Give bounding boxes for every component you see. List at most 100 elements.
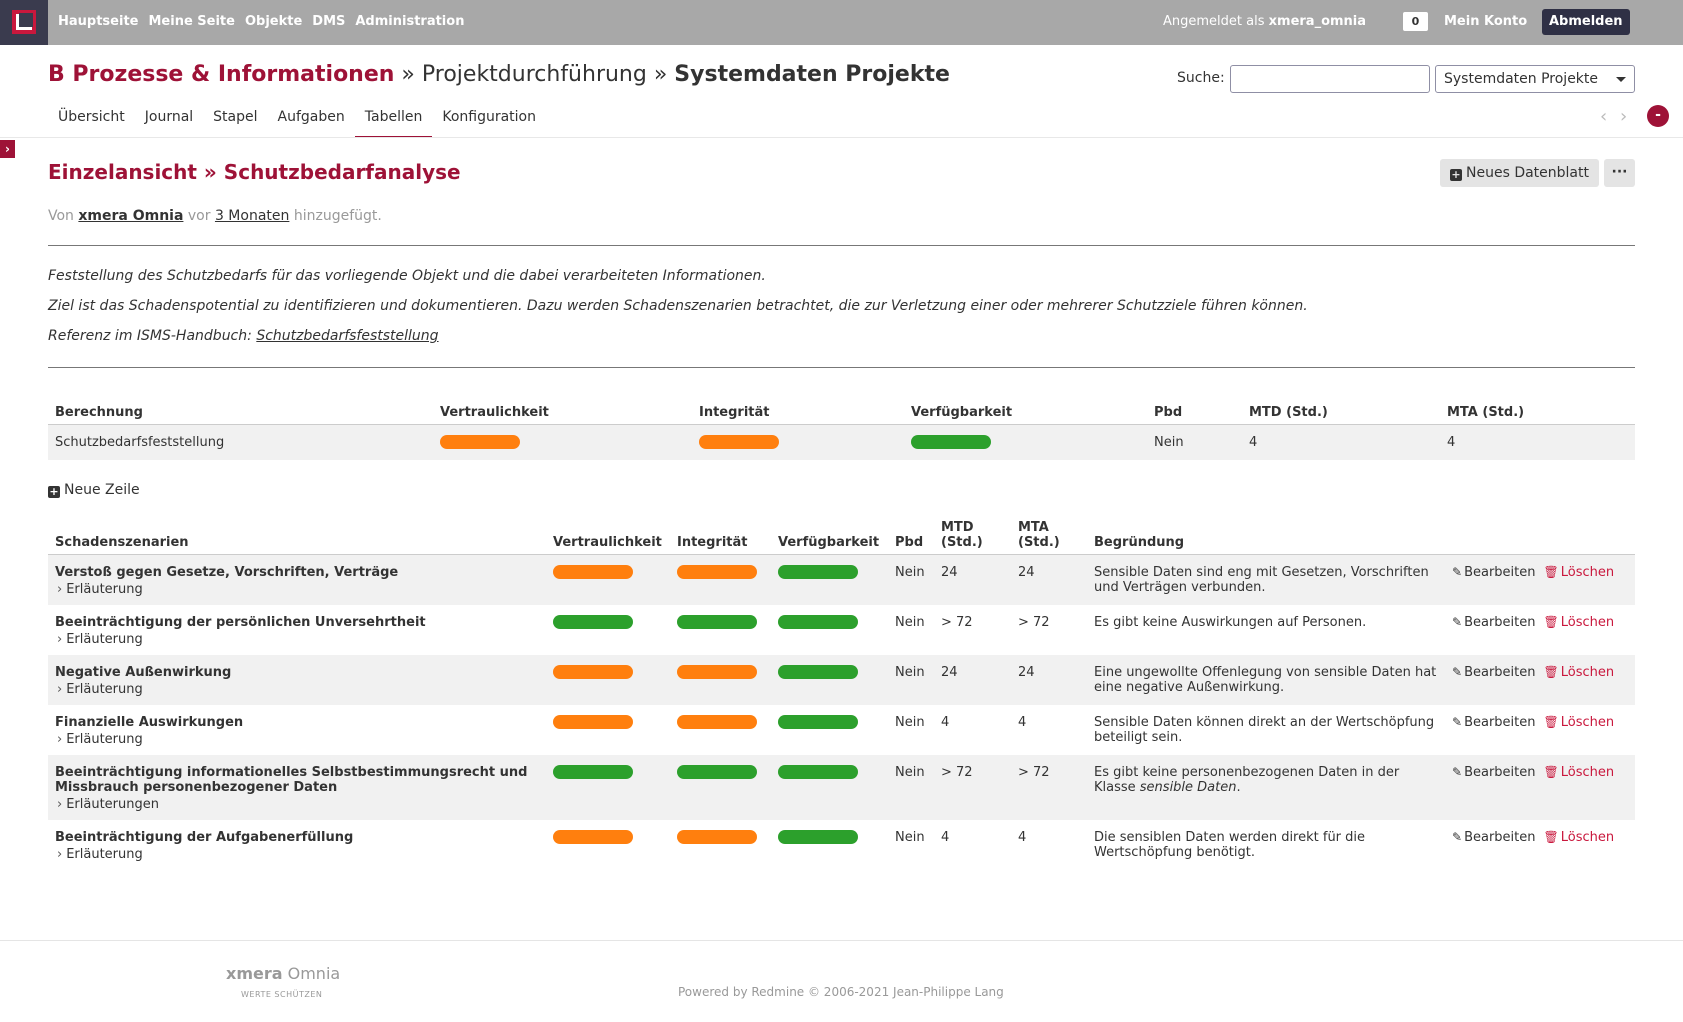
- mta-value: > 72: [1011, 754, 1087, 820]
- edit-label: Bearbeiten: [1464, 829, 1536, 845]
- chevron-right-icon[interactable]: ›: [1620, 106, 1627, 127]
- explanation-toggle[interactable]: › Erläuterung: [55, 732, 539, 747]
- tab-stapel[interactable]: Stapel: [203, 101, 267, 138]
- scenario-rows: Verstoß gegen Gesetze, Vorschriften, Ver…: [48, 554, 1635, 870]
- trash-icon: 🗑: [1543, 829, 1559, 844]
- breadcrumb-current: Systemdaten Projekte: [674, 62, 950, 87]
- cell: [771, 754, 888, 820]
- header-part: MTA: [1018, 519, 1049, 535]
- logout-button[interactable]: Abmelden: [1542, 9, 1630, 35]
- reference-line: Referenz im ISMS-Handbuch: Schutzbedarfs…: [48, 328, 439, 344]
- column-header: Schadenszenarien: [48, 508, 546, 555]
- scenario-cell: Beeinträchtigung der Aufgabenerfüllung › E…: [48, 820, 546, 870]
- delete-button[interactable]: 🗑 Löschen: [1544, 715, 1615, 730]
- pbd-value: Nein: [895, 614, 925, 630]
- reason-end: .: [1236, 779, 1241, 795]
- search-label: Suche:: [1177, 70, 1225, 86]
- collapse-button[interactable]: -: [1647, 105, 1669, 127]
- delete-button[interactable]: 🗑 Löschen: [1544, 665, 1615, 680]
- trash-icon: 🗑: [1543, 764, 1559, 779]
- explanation-toggle[interactable]: › Erläuterung: [55, 632, 539, 647]
- breadcrumb-root-link[interactable]: B Prozesse & Informationen: [48, 62, 394, 87]
- my-account-link[interactable]: Mein Konto: [1444, 14, 1527, 29]
- project-select-value: Systemdaten Projekte: [1444, 71, 1599, 87]
- verfuegbarkeit-bar: [911, 435, 991, 449]
- reason-cell: Die sensiblen Daten werden direkt für di…: [1087, 820, 1445, 870]
- integritaet-bar: [699, 435, 779, 449]
- edit-button[interactable]: ✎ Bearbeiten: [1452, 665, 1536, 680]
- explanation-toggle[interactable]: › Erläuterung: [55, 582, 539, 597]
- pencil-icon: ✎: [1452, 829, 1463, 844]
- chevron-right-icon: ›: [57, 731, 63, 747]
- tab-journal[interactable]: Journal: [135, 101, 203, 138]
- divider: [48, 367, 1635, 368]
- new-datasheet-button[interactable]: + Neues Datenblatt: [1440, 159, 1599, 187]
- author-link[interactable]: xmera Omnia: [78, 208, 183, 224]
- main-tabs: Übersicht Journal Stapel Aufgaben Tabell…: [48, 101, 546, 138]
- footer-divider: [0, 940, 1683, 941]
- integritaet-bar: [677, 665, 757, 679]
- edit-label: Bearbeiten: [1464, 614, 1536, 630]
- notification-count-badge[interactable]: 0: [1403, 12, 1428, 31]
- sidebar-toggle-icon[interactable]: ›: [0, 140, 15, 158]
- table-row: Negative Außenwirkung › Erläuterung Nein 24 2…: [48, 654, 1635, 705]
- description-line: Ziel ist das Schadenspotential zu identi…: [48, 298, 1308, 314]
- cell: [670, 554, 771, 605]
- edit-button[interactable]: ✎ Bearbeiten: [1452, 830, 1536, 845]
- nav-meine-seite[interactable]: Meine Seite: [148, 14, 234, 29]
- explanation-label: Erläuterung: [66, 731, 143, 747]
- column-header: MTA (Std.): [1011, 508, 1087, 555]
- chevron-left-icon[interactable]: ‹: [1600, 106, 1607, 127]
- mtd-value: 4: [941, 829, 950, 845]
- nav-hauptseite[interactable]: Hauptseite: [58, 14, 138, 29]
- new-row-button[interactable]: + Neue Zeile: [48, 482, 140, 498]
- delete-button[interactable]: 🗑 Löschen: [1544, 615, 1615, 630]
- tab-konfiguration[interactable]: Konfiguration: [432, 101, 546, 138]
- edit-button[interactable]: ✎ Bearbeiten: [1452, 565, 1536, 580]
- mtd-value: 24: [934, 554, 1011, 605]
- integritaet-bar: [677, 765, 757, 779]
- edit-button[interactable]: ✎ Bearbeiten: [1452, 765, 1536, 780]
- edit-button[interactable]: ✎ Bearbeiten: [1452, 615, 1536, 630]
- more-options-button[interactable]: ···: [1604, 159, 1635, 187]
- actions-cell: ✎ Bearbeiten 🗑 Löschen: [1445, 820, 1635, 870]
- age-link[interactable]: 3 Monaten: [215, 208, 289, 224]
- author-line: Von xmera Omnia vor 3 Monaten hinzugefüg…: [48, 208, 382, 224]
- explanation-toggle[interactable]: › Erläuterungen: [55, 797, 539, 812]
- column-header: Vertraulichkeit: [433, 390, 692, 425]
- delete-button[interactable]: 🗑 Löschen: [1544, 765, 1615, 780]
- mtd-value: 4: [1242, 424, 1440, 460]
- breadcrumb-parent-link[interactable]: Projektdurchführung: [422, 62, 647, 87]
- delete-button[interactable]: 🗑 Löschen: [1544, 830, 1615, 845]
- reference-link[interactable]: Schutzbedarfsfeststellung: [256, 328, 438, 344]
- project-select[interactable]: Systemdaten Projekte: [1435, 65, 1635, 93]
- tab-aufgaben[interactable]: Aufgaben: [268, 101, 355, 138]
- verfuegbarkeit-bar: [778, 615, 858, 629]
- username-link[interactable]: xmera_omnia: [1269, 14, 1366, 29]
- scenario-cell: Negative Außenwirkung › Erläuterung: [48, 654, 546, 705]
- search-input[interactable]: [1230, 65, 1430, 93]
- edit-button[interactable]: ✎ Bearbeiten: [1452, 715, 1536, 730]
- tab-tabellen[interactable]: Tabellen: [354, 101, 433, 138]
- chevron-right-icon: ›: [57, 581, 63, 597]
- column-header: Integrität: [692, 390, 904, 425]
- reason-emphasis: sensible Daten: [1139, 779, 1237, 795]
- pencil-icon: ✎: [1452, 564, 1463, 579]
- nav-dms[interactable]: DMS: [312, 14, 345, 29]
- mta-value: 4: [1018, 714, 1027, 730]
- tab-uebersicht[interactable]: Übersicht: [48, 101, 135, 138]
- nav-objekte[interactable]: Objekte: [245, 14, 302, 29]
- app-logo[interactable]: [0, 0, 48, 45]
- delete-button[interactable]: 🗑 Löschen: [1544, 565, 1615, 580]
- logo-core: [19, 13, 33, 27]
- mta-value: 4: [1018, 829, 1027, 845]
- author-prefix: Von: [48, 208, 74, 224]
- nav-administration[interactable]: Administration: [355, 14, 464, 29]
- cell: [670, 605, 771, 655]
- explanation-toggle[interactable]: › Erläuterung: [55, 682, 539, 697]
- cell: [670, 820, 771, 870]
- mta-value: > 72: [1018, 614, 1050, 630]
- scenario-cell: Beeinträchtigung der persönlichen Unvers…: [48, 605, 546, 655]
- explanation-toggle[interactable]: › Erläuterung: [55, 847, 539, 862]
- new-row-label: Neue Zeile: [64, 482, 140, 498]
